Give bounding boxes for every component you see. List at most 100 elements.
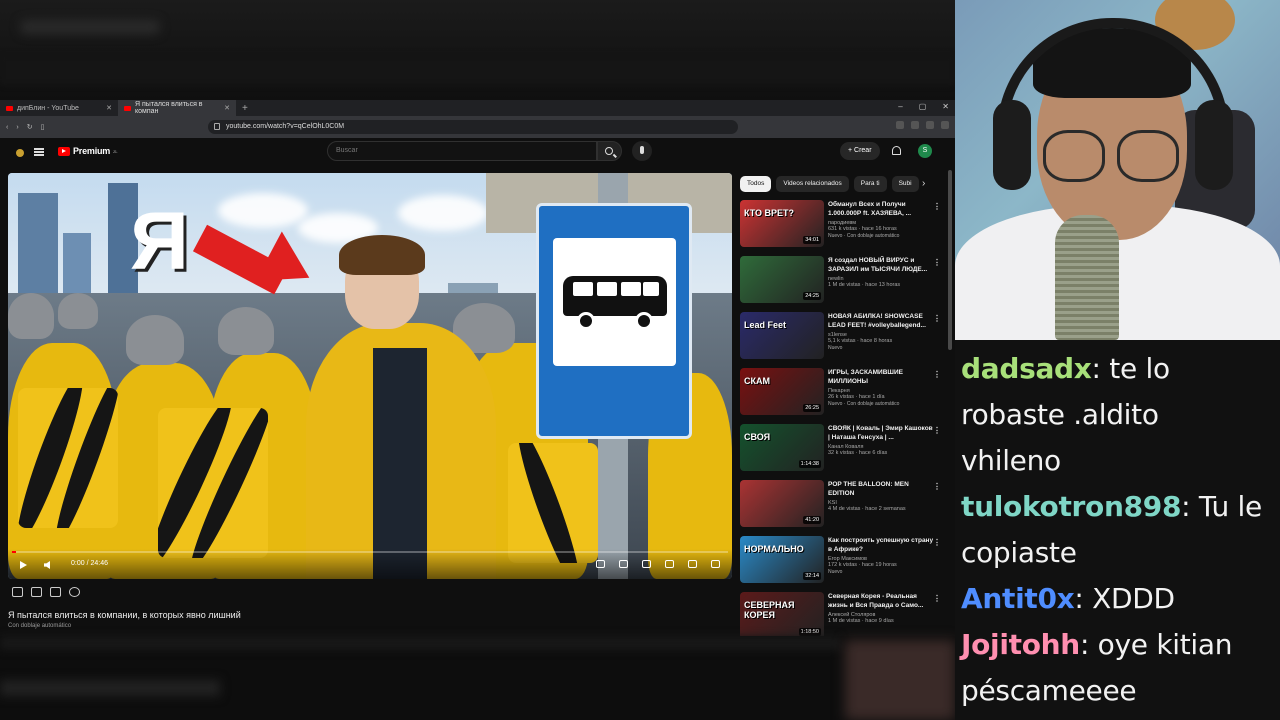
minimize-icon[interactable]: –: [898, 102, 902, 111]
recommendation-title[interactable]: СВОЯК | Коваль | Эмир Кашоков | Наташа Г…: [828, 424, 936, 442]
youtube-icon: [124, 105, 131, 111]
video-thumbnail[interactable]: 24:25: [740, 256, 824, 303]
webcam-feed: [955, 0, 1280, 340]
hamburger-menu-icon[interactable]: [34, 148, 44, 156]
recommendation-item[interactable]: КТО ВРЕТ? 34:01 Обманул Всех и Получи 1.00…: [740, 200, 945, 252]
extension-icon[interactable]: [896, 121, 904, 129]
picture-icon[interactable]: [12, 587, 23, 597]
recommendation-item[interactable]: Lead Feet НОВАЯ АБИЛКА! SHOWCASE LEAD FEE…: [740, 312, 945, 364]
extension-icon[interactable]: [926, 121, 934, 129]
chip-todos[interactable]: Todos: [740, 176, 772, 192]
video-thumbnail[interactable]: 41:20: [740, 480, 824, 527]
chat-username[interactable]: tulokotron898: [961, 490, 1181, 523]
extension-icon[interactable]: [911, 121, 919, 129]
recommendation-title[interactable]: Я создал НОВЫЙ ВИРУС и ЗАРАЗИЛ им ТЫСЯЧИ…: [828, 256, 936, 274]
close-window-icon[interactable]: ✕: [942, 102, 949, 111]
browser-tab-active[interactable]: Я пытался влиться в компан ✕: [118, 100, 236, 116]
browser-tab[interactable]: дипБлин - YouTube ✕: [0, 100, 118, 116]
avatar[interactable]: S: [918, 144, 932, 158]
chat-message-line: tulokotron898: Tu le: [961, 484, 1262, 530]
search-input[interactable]: Buscar: [327, 141, 597, 161]
more-options-icon[interactable]: ⋮: [933, 482, 941, 491]
more-options-icon[interactable]: ⋮: [933, 538, 941, 547]
status-badge: Nuevo: [828, 345, 843, 351]
view-count: 631 k vistas · hace 16 horas: [828, 226, 897, 232]
tab-bar: дипБлин - YouTube ✕ Я пытался влиться в к…: [0, 100, 955, 116]
close-tab-icon[interactable]: ✕: [224, 104, 230, 112]
voice-search-icon[interactable]: [632, 141, 652, 161]
recommendation-title[interactable]: ИГРЫ, ЗАСКАМИВШИЕ МИЛЛИОНЫ: [828, 368, 936, 386]
split-view-icon[interactable]: ▯: [41, 123, 45, 131]
settings-icon[interactable]: [642, 560, 651, 568]
url-field[interactable]: youtube.com/watch?v=qCelOhL0C0M: [208, 120, 738, 134]
close-tab-icon[interactable]: ✕: [106, 104, 112, 112]
create-button[interactable]: + Crear: [840, 142, 880, 160]
more-options-icon[interactable]: ⋮: [933, 370, 941, 379]
play-icon[interactable]: [20, 561, 27, 569]
chip-uploaded[interactable]: Subi: [891, 176, 919, 192]
bell-icon[interactable]: [892, 146, 901, 155]
autoplay-icon[interactable]: [596, 560, 605, 568]
more-options-icon[interactable]: ⋮: [933, 314, 941, 323]
recommendation-title[interactable]: Как построить успешную страну в Африке?: [828, 536, 936, 554]
chip-related[interactable]: Videos relacionados: [776, 176, 849, 192]
duration-badge: 41:20: [803, 516, 821, 524]
video-thumbnail[interactable]: СЕВЕРНАЯ КОРЕЯ 1:18:50: [740, 592, 824, 636]
video-thumbnail[interactable]: КТО ВРЕТ? 34:01: [740, 200, 824, 247]
chat-username[interactable]: dadsadx: [961, 352, 1092, 385]
extensions: [896, 121, 949, 129]
video-thumbnail[interactable]: СВОЯ 1:14:38: [740, 424, 824, 471]
subtitles-icon[interactable]: [619, 560, 628, 568]
back-icon[interactable]: ‹: [6, 124, 8, 131]
chat-username[interactable]: Jojitohh: [961, 628, 1080, 661]
new-tab-button[interactable]: +: [236, 103, 254, 114]
miniplayer-icon[interactable]: [665, 560, 674, 568]
status-badge: Nuevo · Con doblaje automático: [828, 233, 900, 239]
scrollbar[interactable]: [948, 170, 952, 350]
chat-text: : XDDD: [1074, 582, 1175, 615]
search-icon: [605, 147, 613, 155]
reload-icon[interactable]: ↻: [27, 123, 33, 131]
video-thumbnail[interactable]: Lead Feet: [740, 312, 824, 359]
recommendation-item[interactable]: СКАМ 26:25 ИГРЫ, ЗАСКАМИВШИЕ МИЛЛИОНЫ Пекар…: [740, 368, 945, 420]
more-options-icon[interactable]: ⋮: [933, 426, 941, 435]
thumbnail-text: СКАМ: [744, 376, 770, 386]
headphone-cup: [1195, 100, 1233, 190]
recommendation-item[interactable]: НОРМАЛЬНО 32:14 Как построить успешную стр…: [740, 536, 945, 588]
more-options-icon[interactable]: ⋮: [933, 202, 941, 211]
video-player[interactable]: Я 0:00 / 24:46: [8, 173, 732, 579]
progress-bar[interactable]: [12, 551, 728, 553]
chat-username[interactable]: Antit0x: [961, 582, 1075, 615]
flask-icon[interactable]: [50, 587, 61, 597]
duration-badge: 24:25: [803, 292, 821, 300]
bus-icon: [563, 276, 667, 316]
forward-icon[interactable]: ›: [16, 124, 18, 131]
fullscreen-icon[interactable]: [711, 560, 720, 568]
gear-icon[interactable]: [69, 587, 80, 597]
more-options-icon[interactable]: ⋮: [933, 594, 941, 603]
search-button[interactable]: [597, 141, 622, 161]
thumbnail-text: Я: [130, 196, 189, 287]
recommendation-item[interactable]: 41:20 POP THE BALLOON: MEN EDITION KSI 4 M …: [740, 480, 945, 532]
recommendation-title[interactable]: POP THE BALLOON: MEN EDITION: [828, 480, 936, 498]
more-options-icon[interactable]: ⋮: [933, 258, 941, 267]
recommendation-item[interactable]: СВОЯ 1:14:38 СВОЯК | Коваль | Эмир Кашоков…: [740, 424, 945, 476]
recommendation-title[interactable]: НОВАЯ АБИЛКА! SHOWCASE LEAD FEET! #volle…: [828, 312, 936, 330]
chevron-right-icon[interactable]: ›: [922, 178, 925, 189]
camera-icon[interactable]: [31, 587, 42, 597]
maximize-icon[interactable]: ▢: [919, 102, 927, 111]
cast-icon[interactable]: [688, 560, 697, 568]
stream-layout: дипБлин - YouTube ✕ Я пытался влиться в к…: [0, 0, 1280, 720]
volume-icon[interactable]: [44, 561, 50, 569]
recommendation-item[interactable]: 24:25 Я создал НОВЫЙ ВИРУС и ЗАРАЗИЛ им Т…: [740, 256, 945, 308]
video-thumbnail[interactable]: НОРМАЛЬНО 32:14: [740, 536, 824, 583]
video-thumbnail[interactable]: СКАМ 26:25: [740, 368, 824, 415]
duration-badge: 26:25: [803, 404, 821, 412]
dub-label: Con doblaje automático: [8, 623, 72, 629]
menu-icon[interactable]: [941, 121, 949, 129]
recommendation-title[interactable]: Северная Корея - Реальная жизнь и Вся Пр…: [828, 592, 936, 610]
chip-for-you[interactable]: Para ti: [853, 176, 887, 192]
recommendation-item[interactable]: СЕВЕРНАЯ КОРЕЯ 1:18:50 Северная Корея - Ре…: [740, 592, 945, 636]
recommendation-title[interactable]: Обманул Всех и Получи 1.000.000Р ft. ХАЗ…: [828, 200, 936, 218]
youtube-logo[interactable]: Premium ZL: [58, 146, 118, 156]
